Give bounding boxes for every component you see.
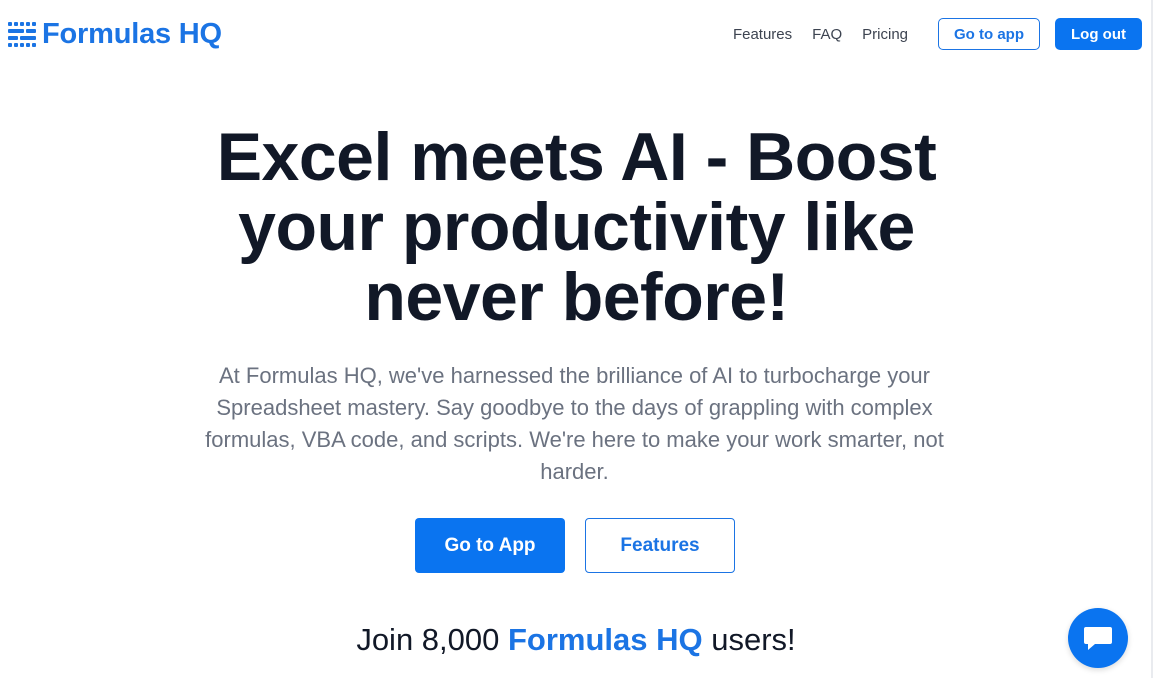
nav-link-features[interactable]: Features	[733, 26, 792, 43]
social-proof-prefix: Join 8,000	[356, 622, 508, 657]
social-proof-brand: Formulas HQ	[507, 622, 703, 657]
logo-link[interactable]: Formulas HQ	[8, 14, 222, 54]
social-proof-suffix: users!	[702, 622, 796, 657]
formulas-hq-logo-icon	[8, 22, 36, 47]
hero-cta-group: Go to App Features	[415, 518, 735, 573]
main-nav: Features FAQ Pricing Go to app Log out	[733, 18, 1142, 50]
site-header: Formulas HQ Features FAQ Pricing Go to a…	[0, 0, 1151, 68]
hero-features-button[interactable]: Features	[585, 518, 735, 573]
hero-subtitle: At Formulas HQ, we've harnessed the bril…	[205, 363, 944, 484]
landing-page: Formulas HQ Features FAQ Pricing Go to a…	[0, 0, 1153, 678]
chat-bubble-icon	[1084, 627, 1112, 650]
nav-link-faq[interactable]: FAQ	[812, 26, 842, 43]
logout-button[interactable]: Log out	[1055, 18, 1142, 50]
nav-link-pricing[interactable]: Pricing	[862, 26, 908, 43]
chat-launcher-button[interactable]	[1068, 608, 1128, 668]
logo-text: Formulas HQ	[42, 17, 222, 50]
hero-title: Excel meets AI - Boost your productivity…	[216, 119, 937, 335]
go-to-app-button[interactable]: Go to app	[938, 18, 1041, 50]
social-proof-heading: Join 8,000 Formulas HQ users!	[276, 620, 876, 660]
hero-go-to-app-button[interactable]: Go to App	[415, 518, 565, 573]
